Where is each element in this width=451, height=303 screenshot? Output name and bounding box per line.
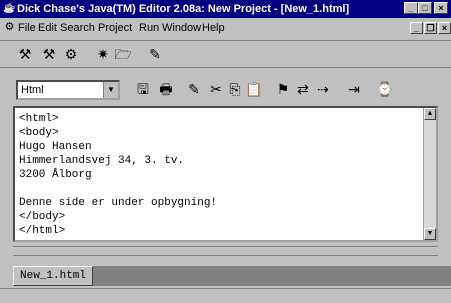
compile-icon[interactable]: ⚒ xyxy=(14,43,36,65)
title-bar: ☕ Dick Chase's Java(TM) Editor 2.08a: Ne… xyxy=(0,0,451,18)
pencil-icon[interactable]: ✎ xyxy=(183,78,205,100)
maximize-button[interactable]: □ xyxy=(418,2,432,14)
tab-new-1-html[interactable]: New_1.html xyxy=(13,266,94,286)
document-restore-button[interactable]: ❐ xyxy=(424,22,437,34)
document-minimize-button[interactable]: _ xyxy=(410,22,423,34)
status-bar xyxy=(0,288,451,303)
indent-icon[interactable]: ⇥ xyxy=(343,78,365,100)
document-close-button[interactable]: × xyxy=(438,22,451,34)
build-icon[interactable]: ⚙ xyxy=(60,43,82,65)
menu-bar: ⚙ File Edit Search Project Run Window He… xyxy=(0,19,451,37)
print-icon[interactable]: 🖶 xyxy=(155,78,177,100)
goto-icon[interactable]: ⇢ xyxy=(312,78,334,100)
menu-window[interactable]: Window xyxy=(162,19,201,37)
help-icon[interactable]: ⌚ xyxy=(374,78,396,100)
project-toolbar: ⚒ ⚒ ⚙ ✷ 🗁 ✎ xyxy=(0,40,451,68)
find-icon[interactable]: ⚑ xyxy=(272,78,294,100)
menu-help[interactable]: Help xyxy=(202,19,225,37)
wizard-icon[interactable]: ✎ xyxy=(144,43,166,65)
paste-icon[interactable]: 📋 xyxy=(243,78,265,100)
new-project-icon[interactable]: ✷ xyxy=(92,43,114,65)
open-project-icon[interactable]: 🗁 xyxy=(112,43,134,65)
menu-edit[interactable]: Edit xyxy=(38,19,57,37)
java-editor-icon[interactable]: ☕ xyxy=(3,3,15,15)
edit-toolbar: 🖫 🖶 ✎ ✂ ⎘ 📋 ⚑ ⇄ ⇢ ⇥ ⌚ xyxy=(0,76,451,104)
document-menu-icon[interactable]: ⚙ xyxy=(3,21,16,34)
replace-icon[interactable]: ⇄ xyxy=(292,78,314,100)
menu-file[interactable]: File xyxy=(18,19,36,37)
save-icon[interactable]: 🖫 xyxy=(132,78,154,100)
scroll-up-icon[interactable]: ▲ xyxy=(424,108,436,120)
code-editor[interactable]: <html> <body> Hugo Hansen Himmerlandsvej… xyxy=(13,106,438,242)
menu-project[interactable]: Project xyxy=(98,19,132,37)
minimize-button[interactable]: _ xyxy=(404,2,418,14)
menu-search[interactable]: Search xyxy=(60,19,95,37)
editor-text[interactable]: <html> <body> Hugo Hansen Himmerlandsvej… xyxy=(19,112,217,238)
document-tab-bar: New_1.html xyxy=(13,266,451,286)
compile-all-icon[interactable]: ⚒ xyxy=(38,43,60,65)
menu-run[interactable]: Run xyxy=(139,19,159,37)
vertical-scrollbar[interactable]: ▲ ▼ xyxy=(423,108,436,240)
horizontal-divider xyxy=(13,246,438,256)
window-title: Dick Chase's Java(TM) Editor 2.08a: New … xyxy=(17,3,350,15)
scroll-down-icon[interactable]: ▼ xyxy=(424,228,436,240)
close-button[interactable]: × xyxy=(434,2,448,14)
